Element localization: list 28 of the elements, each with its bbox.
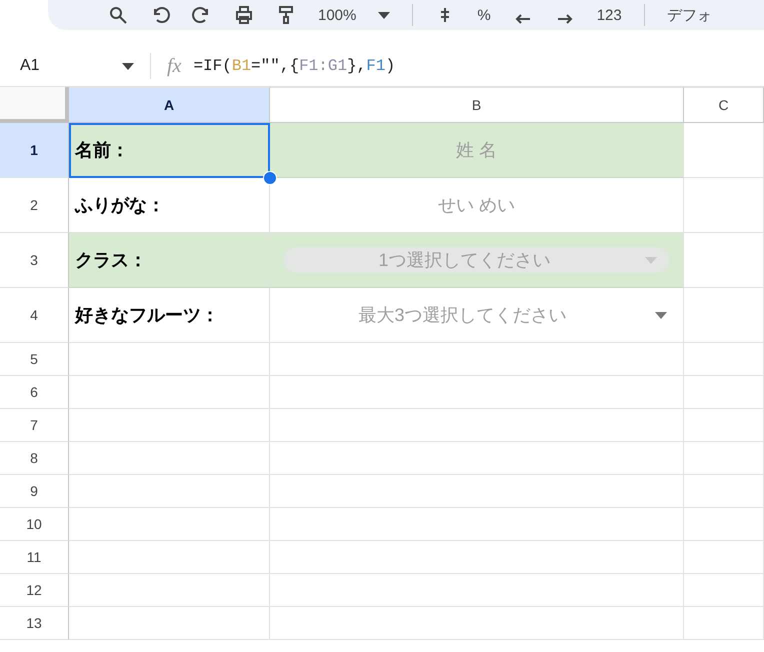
fx-icon: fx: [167, 54, 182, 78]
formula-field[interactable]: =IF(B1="",{F1:G1},F1): [193, 57, 396, 75]
column-header[interactable]: C: [684, 87, 764, 123]
row-header[interactable]: 2: [0, 178, 69, 233]
row-header[interactable]: 12: [0, 574, 69, 607]
label-cell[interactable]: クラス：: [69, 233, 270, 288]
toolbar-label[interactable]: 123: [596, 6, 622, 24]
placeholder-text: せい めい: [436, 194, 516, 217]
placeholder-text: 姓 名: [454, 139, 498, 162]
row-header[interactable]: 8: [0, 442, 69, 475]
row-header[interactable]: 5: [0, 343, 69, 376]
column-header[interactable]: A: [69, 87, 270, 123]
label-cell[interactable]: 好きなフルーツ：: [69, 288, 270, 343]
row-header[interactable]: 4: [0, 288, 69, 343]
toolbar-label[interactable]: %: [477, 6, 491, 24]
name-box[interactable]: A1: [0, 57, 150, 75]
row-header[interactable]: 9: [0, 475, 69, 508]
row-header[interactable]: 13: [0, 607, 69, 640]
toolbar-label[interactable]: デフォ: [666, 6, 712, 24]
row-header[interactable]: 1: [0, 123, 69, 178]
row-header[interactable]: 11: [0, 541, 69, 574]
toolbar-label[interactable]: 100%: [318, 6, 356, 24]
row-header[interactable]: 6: [0, 376, 69, 409]
column-header[interactable]: B: [270, 87, 684, 123]
row-header[interactable]: 7: [0, 409, 69, 442]
row-header[interactable]: 3: [0, 233, 69, 288]
label-cell[interactable]: 名前：: [69, 123, 270, 178]
row-header[interactable]: 10: [0, 508, 69, 541]
